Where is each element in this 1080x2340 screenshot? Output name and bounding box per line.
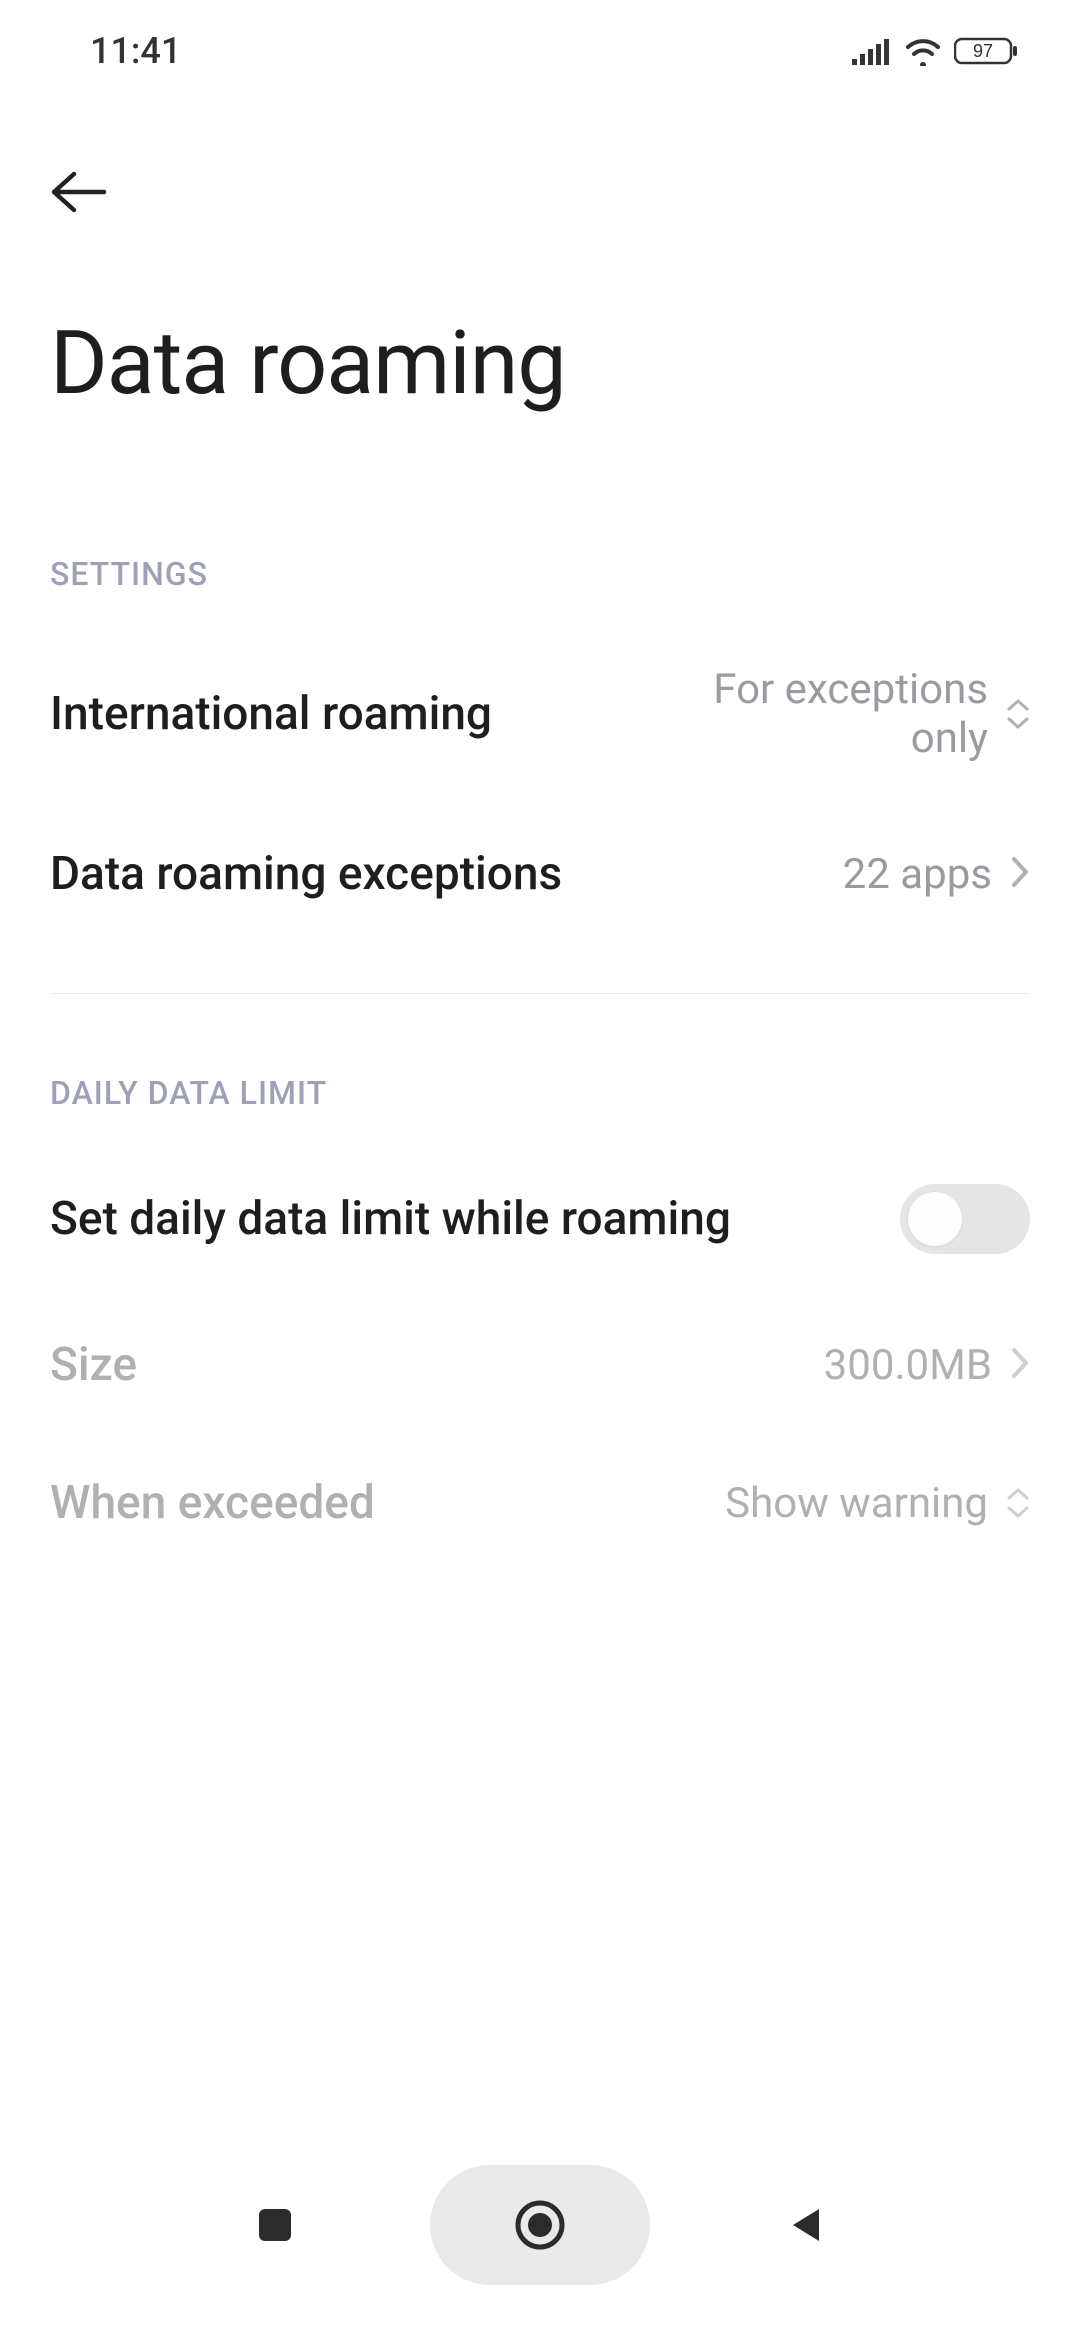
section-header-settings: SETTINGS	[50, 475, 1030, 623]
status-right: 97	[852, 36, 1020, 66]
setting-label: Size	[50, 1338, 137, 1392]
setting-label: Data roaming exceptions	[50, 847, 562, 901]
chevron-right-icon	[1010, 855, 1030, 893]
setting-international-roaming[interactable]: International roaming For exceptions onl…	[50, 623, 1030, 805]
updown-chevron-icon	[1006, 698, 1030, 730]
cellular-signal-icon	[852, 37, 892, 65]
setting-label: Set daily data limit while roaming	[50, 1192, 731, 1246]
nav-recent-button[interactable]	[200, 2175, 350, 2275]
nav-home-button[interactable]	[430, 2165, 650, 2285]
triangle-back-icon	[787, 2205, 823, 2245]
square-icon	[257, 2207, 293, 2243]
nav-back-button[interactable]	[730, 2175, 880, 2275]
setting-when-exceeded[interactable]: When exceeded Show warning	[50, 1434, 1030, 1572]
setting-label: When exceeded	[50, 1476, 375, 1530]
setting-value: 22 apps	[843, 850, 992, 899]
setting-value-wrap: Show warning	[725, 1479, 1030, 1528]
svg-text:97: 97	[973, 41, 993, 61]
battery-icon: 97	[954, 36, 1020, 66]
status-time: 11:41	[90, 30, 181, 72]
setting-value: For exceptions only	[628, 665, 988, 763]
setting-data-roaming-exceptions[interactable]: Data roaming exceptions 22 apps	[50, 805, 1030, 943]
toggle-knob	[908, 1192, 962, 1246]
nav-bar	[0, 2150, 1080, 2300]
setting-label: International roaming	[50, 687, 492, 741]
chevron-right-icon	[1010, 1346, 1030, 1384]
updown-chevron-icon	[1006, 1487, 1030, 1519]
setting-value-wrap: 22 apps	[843, 850, 1030, 899]
setting-value: 300.0MB	[824, 1341, 992, 1390]
status-bar: 11:41 97	[0, 0, 1080, 92]
section-settings: SETTINGS International roaming For excep…	[0, 475, 1080, 943]
section-daily-data-limit: DAILY DATA LIMIT Set daily data limit wh…	[0, 994, 1080, 1572]
page-title: Data roaming	[50, 312, 1030, 415]
back-arrow-icon	[50, 170, 108, 214]
setting-value-wrap: 300.0MB	[824, 1341, 1030, 1390]
back-button[interactable]	[50, 152, 130, 232]
setting-value-wrap: For exceptions only	[628, 665, 1030, 763]
setting-set-daily-limit[interactable]: Set daily data limit while roaming	[50, 1142, 1030, 1296]
setting-size[interactable]: Size 300.0MB	[50, 1296, 1030, 1434]
toggle-set-daily-limit[interactable]	[900, 1184, 1030, 1254]
setting-value: Show warning	[725, 1479, 988, 1528]
wifi-icon	[904, 36, 942, 66]
circle-icon	[514, 2199, 566, 2251]
section-header-daily-limit: DAILY DATA LIMIT	[50, 994, 1030, 1142]
header: Data roaming	[0, 92, 1080, 475]
